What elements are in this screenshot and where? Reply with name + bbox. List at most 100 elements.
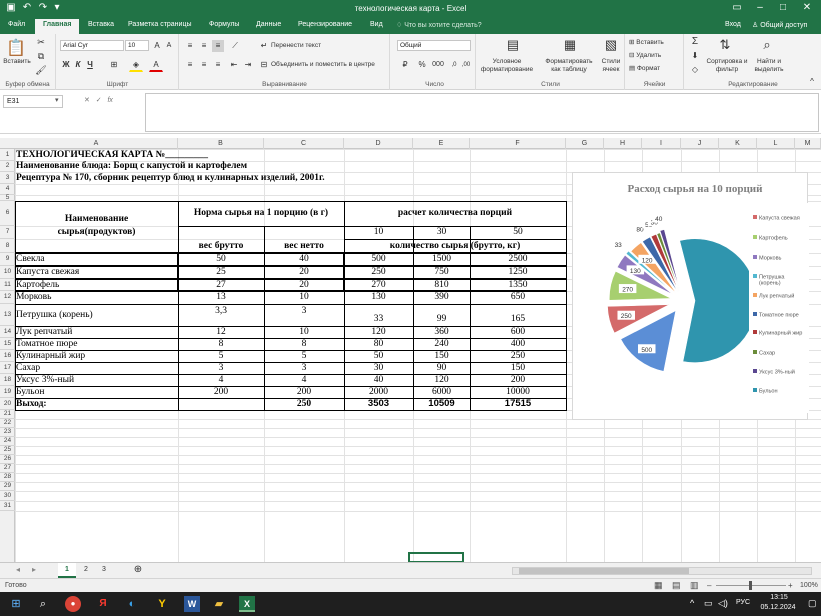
format-painter-icon[interactable]: 🖌 [34, 65, 48, 76]
row-header-30[interactable]: 30 [0, 491, 15, 501]
legend-entry-3[interactable]: Морковь [759, 256, 782, 262]
font-name-select[interactable]: Arial Cyr [60, 40, 124, 51]
row-header-20[interactable]: 20 [0, 398, 15, 410]
enter-formula-icon[interactable]: ✓ [96, 97, 102, 104]
italic-button[interactable]: К [73, 59, 83, 71]
row-header-6[interactable]: 6 [0, 201, 15, 226]
row-header-8[interactable]: 8 [0, 239, 15, 253]
row-header-29[interactable]: 29 [0, 482, 15, 491]
cell-styles-button[interactable]: Стили ячеек [597, 58, 625, 74]
yandex-browser-icon[interactable]: Y [154, 596, 170, 612]
sign-in-link[interactable]: Вход [725, 21, 741, 28]
excel-taskbar-icon[interactable]: X [239, 596, 255, 612]
sheet-tab-2[interactable]: 2 [78, 563, 94, 578]
tab-insert[interactable]: Вставка [88, 21, 114, 28]
merge-icon[interactable]: ⊟ [258, 59, 270, 71]
volume-icon[interactable]: ◁) [718, 598, 728, 609]
column-header-m[interactable]: M [795, 138, 821, 149]
align-center-icon[interactable]: ≡ [198, 59, 210, 71]
tell-me-box[interactable]: ♢ Что вы хотите сделать? [396, 21, 482, 29]
prev-sheet-icon[interactable]: ◂ [16, 565, 20, 574]
decrease-decimal-icon[interactable]: ,00 [460, 59, 472, 71]
file-explorer-icon[interactable]: ▰ [211, 596, 227, 612]
pie-chart[interactable]: Расход сырья на 10 порций 500 250 270 130 33… [572, 172, 809, 420]
minimize-icon[interactable]: – [750, 2, 770, 13]
maximize-icon[interactable]: □ [773, 2, 793, 13]
chrome-icon[interactable]: ● [65, 596, 81, 612]
cell-styles-icon[interactable]: ▧ [603, 37, 619, 53]
page-layout-view-icon[interactable]: ▤ [672, 580, 681, 591]
tab-view[interactable]: Вид [370, 21, 383, 28]
sort-filter-button[interactable]: Сортировка и фильтр [705, 58, 749, 74]
column-header-a[interactable]: A [15, 138, 178, 149]
fill-color-icon[interactable]: ◈ [129, 59, 143, 72]
horizontal-scrollbar[interactable] [512, 567, 812, 575]
row-header-24[interactable]: 24 [0, 437, 15, 446]
page-break-view-icon[interactable]: ▥ [690, 580, 699, 591]
row-header-23[interactable]: 23 [0, 428, 15, 437]
search-icon[interactable]: ⌕ [35, 596, 51, 612]
format-as-table-icon[interactable]: ▦ [562, 37, 578, 53]
row-header-10[interactable]: 10 [0, 266, 15, 279]
format-as-table-button[interactable]: Форматировать как таблицу [541, 58, 597, 74]
tab-review[interactable]: Рецензирование [298, 21, 352, 28]
row-header-13[interactable]: 13 [0, 304, 15, 326]
word-icon[interactable]: W [184, 596, 200, 612]
taskbar-date[interactable]: 05.12.2024 [753, 604, 803, 611]
ribbon-options-icon[interactable]: ▭ [727, 2, 747, 13]
zoom-in-icon[interactable]: + [788, 581, 793, 590]
borders-icon[interactable]: ⊞ [107, 59, 121, 71]
notifications-icon[interactable]: ▢ [808, 598, 817, 609]
column-header-c[interactable]: C [264, 138, 344, 149]
share-button[interactable]: ♙ Общий доступ [752, 21, 807, 29]
row-header-7[interactable]: 7 [0, 226, 15, 239]
increase-font-icon[interactable]: A [151, 40, 163, 52]
zoom-level[interactable]: 100% [800, 582, 818, 589]
column-header-e[interactable]: E [413, 138, 470, 149]
formula-input[interactable] [145, 93, 819, 132]
row-header-28[interactable]: 28 [0, 473, 15, 482]
legend-entry-8[interactable]: Сахар [759, 351, 775, 357]
align-bottom-icon[interactable]: ≡ [212, 40, 224, 52]
number-format-select[interactable]: Общий [397, 40, 471, 51]
conditional-formatting-icon[interactable]: ▤ [505, 37, 521, 53]
yandex-icon[interactable]: Я [95, 596, 111, 612]
find-select-icon[interactable]: ⌕ [759, 37, 775, 53]
legend-entry-9[interactable]: Уксус 3%-ный [759, 369, 795, 376]
bold-button[interactable]: Ж [61, 59, 71, 71]
row-header-11[interactable]: 11 [0, 279, 15, 291]
underline-button[interactable]: Ч [85, 59, 95, 71]
decrease-font-icon[interactable]: A [163, 40, 175, 52]
merge-center-button[interactable]: Объединить и поместить в центре [271, 61, 387, 68]
row-header-15[interactable]: 15 [0, 338, 15, 350]
sort-filter-icon[interactable]: ⇅ [717, 37, 733, 53]
autosum-icon[interactable]: Σ [689, 36, 701, 48]
orientation-icon[interactable]: ⟋ [228, 40, 242, 52]
row-header-26[interactable]: 26 [0, 455, 15, 464]
currency-icon[interactable]: ₽ [398, 59, 412, 71]
row-header-27[interactable]: 27 [0, 464, 15, 473]
legend-entry-2[interactable]: Картофель [759, 236, 788, 242]
legend-entry-7[interactable]: Кулинарный жир [759, 330, 802, 337]
language-indicator[interactable]: РУС [736, 599, 750, 606]
pie-slice-11[interactable] [679, 238, 758, 363]
row-header-19[interactable]: 19 [0, 386, 15, 398]
column-header-i[interactable]: I [642, 138, 681, 149]
zoom-out-icon[interactable]: – [707, 581, 711, 590]
windows-start-icon[interactable]: ⊞ [8, 596, 24, 612]
taskbar-time[interactable]: 13:15 [761, 594, 797, 601]
name-box[interactable]: E31 [3, 95, 63, 108]
column-header-g[interactable]: G [566, 138, 604, 149]
sheet-tab-1[interactable]: 1 [58, 563, 76, 578]
column-header-d[interactable]: D [344, 138, 413, 149]
row-header-18[interactable]: 18 [0, 374, 15, 386]
column-header-b[interactable]: B [178, 138, 264, 149]
column-header-l[interactable]: L [757, 138, 795, 149]
legend-entry-6[interactable]: Томатное пюре [759, 313, 799, 319]
row-header-12[interactable]: 12 [0, 291, 15, 304]
sheet-tab-3[interactable]: 3 [96, 563, 112, 578]
row-header-2[interactable]: 2 [0, 161, 15, 172]
zoom-slider-thumb[interactable] [749, 581, 752, 590]
align-middle-icon[interactable]: ≡ [198, 40, 210, 52]
paste-label[interactable]: Вставить [2, 58, 32, 65]
